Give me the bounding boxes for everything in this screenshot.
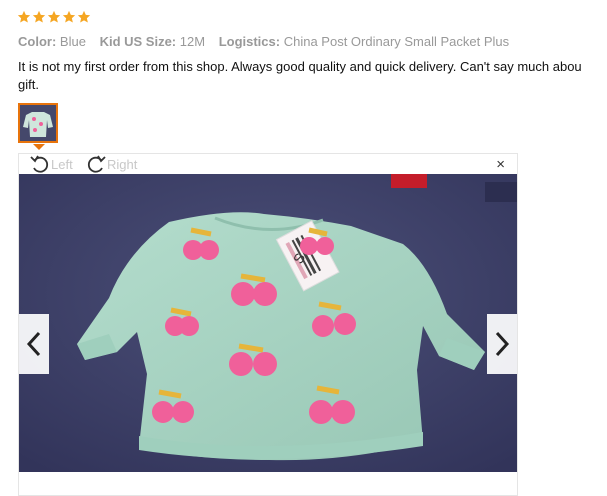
rating-stars bbox=[17, 10, 91, 24]
attr-color-key: Color: bbox=[18, 34, 57, 49]
rotate-left-button[interactable]: Left bbox=[29, 154, 73, 174]
star-icon bbox=[62, 10, 76, 23]
sweater-photo-image: S bbox=[19, 174, 517, 472]
rotate-right-label: Right bbox=[107, 156, 138, 172]
thumbnail-image bbox=[20, 105, 56, 141]
review-text-line-2: gift. bbox=[18, 77, 39, 92]
chevron-left-icon bbox=[26, 331, 41, 357]
attr-size-key: Kid US Size: bbox=[99, 34, 177, 49]
previous-photo-button[interactable] bbox=[19, 314, 49, 374]
attr-color-value: Blue bbox=[59, 34, 86, 49]
thumbnail-active-caret bbox=[33, 144, 45, 150]
rotate-right-button[interactable]: Right bbox=[85, 154, 137, 174]
next-photo-button[interactable] bbox=[487, 314, 517, 374]
attr-logistics-key: Logistics: bbox=[218, 34, 281, 49]
rotate-left-icon bbox=[30, 155, 49, 173]
chevron-right-icon bbox=[495, 331, 510, 357]
close-icon[interactable]: × bbox=[496, 156, 505, 174]
photo-viewer: Left Right × S bbox=[18, 153, 518, 496]
review-photo: S bbox=[19, 174, 517, 472]
rotate-left-label: Left bbox=[51, 156, 73, 172]
attr-size-value: 12M bbox=[179, 34, 206, 49]
star-icon bbox=[17, 10, 31, 23]
star-icon bbox=[32, 10, 46, 23]
review-photo-thumbnail[interactable] bbox=[18, 103, 58, 143]
review-attributes: Color: Blue Kid US Size: 12M Logistics: … bbox=[18, 34, 519, 49]
review-text-line-1: It is not my first order from this shop.… bbox=[18, 59, 582, 74]
star-icon bbox=[77, 10, 91, 23]
review-text: It is not my first order from this shop.… bbox=[18, 58, 607, 94]
attr-logistics-value: China Post Ordinary Small Packet Plus bbox=[283, 34, 510, 49]
star-icon bbox=[47, 10, 61, 23]
rotate-right-icon bbox=[87, 155, 106, 173]
